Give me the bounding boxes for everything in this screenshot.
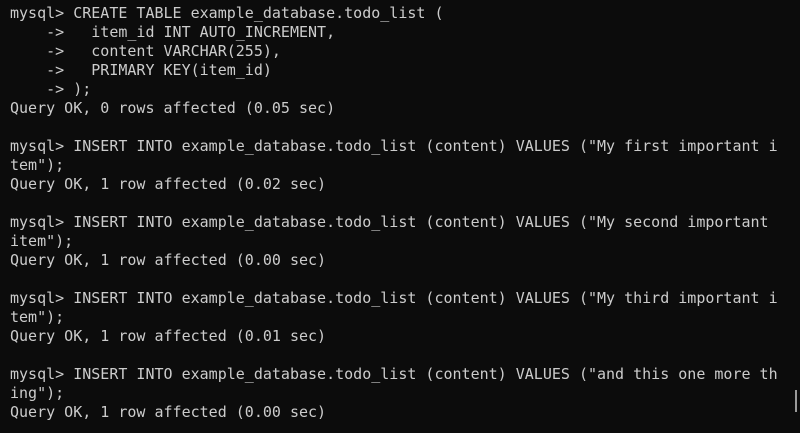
command-line: mysql> INSERT INTO example_database.todo… xyxy=(10,289,778,307)
scrollbar-thumb[interactable] xyxy=(795,390,797,412)
command-line: mysql> INSERT INTO example_database.todo… xyxy=(10,137,778,155)
command-line: mysql> CREATE TABLE example_database.tod… xyxy=(10,4,444,22)
query-result-line: Query OK, 1 row affected (0.00 sec) xyxy=(10,403,327,421)
terminal-output: mysql> CREATE TABLE example_database.tod… xyxy=(10,4,790,422)
query-result-line: Query OK, 1 row affected (0.02 sec) xyxy=(10,175,327,193)
continuation-line: -> content VARCHAR(255), xyxy=(10,42,281,60)
output-line: tem"); xyxy=(10,308,65,326)
query-result-line: Query OK, 1 row affected (0.00 sec) xyxy=(10,251,327,269)
command-line: mysql> INSERT INTO example_database.todo… xyxy=(10,213,769,231)
output-line: ing"); xyxy=(10,384,65,402)
output-line: tem"); xyxy=(10,156,65,174)
continuation-line: -> ); xyxy=(10,80,92,98)
output-line: item"); xyxy=(10,232,74,250)
command-line: mysql> INSERT INTO example_database.todo… xyxy=(10,365,778,383)
query-result-line: Query OK, 0 rows affected (0.05 sec) xyxy=(10,99,336,117)
query-result-line: Query OK, 1 row affected (0.01 sec) xyxy=(10,327,327,345)
terminal-window[interactable]: mysql> CREATE TABLE example_database.tod… xyxy=(0,0,800,433)
continuation-line: -> item_id INT AUTO_INCREMENT, xyxy=(10,23,336,41)
continuation-line: -> PRIMARY KEY(item_id) xyxy=(10,61,272,79)
scrollbar-track[interactable] xyxy=(792,0,800,433)
